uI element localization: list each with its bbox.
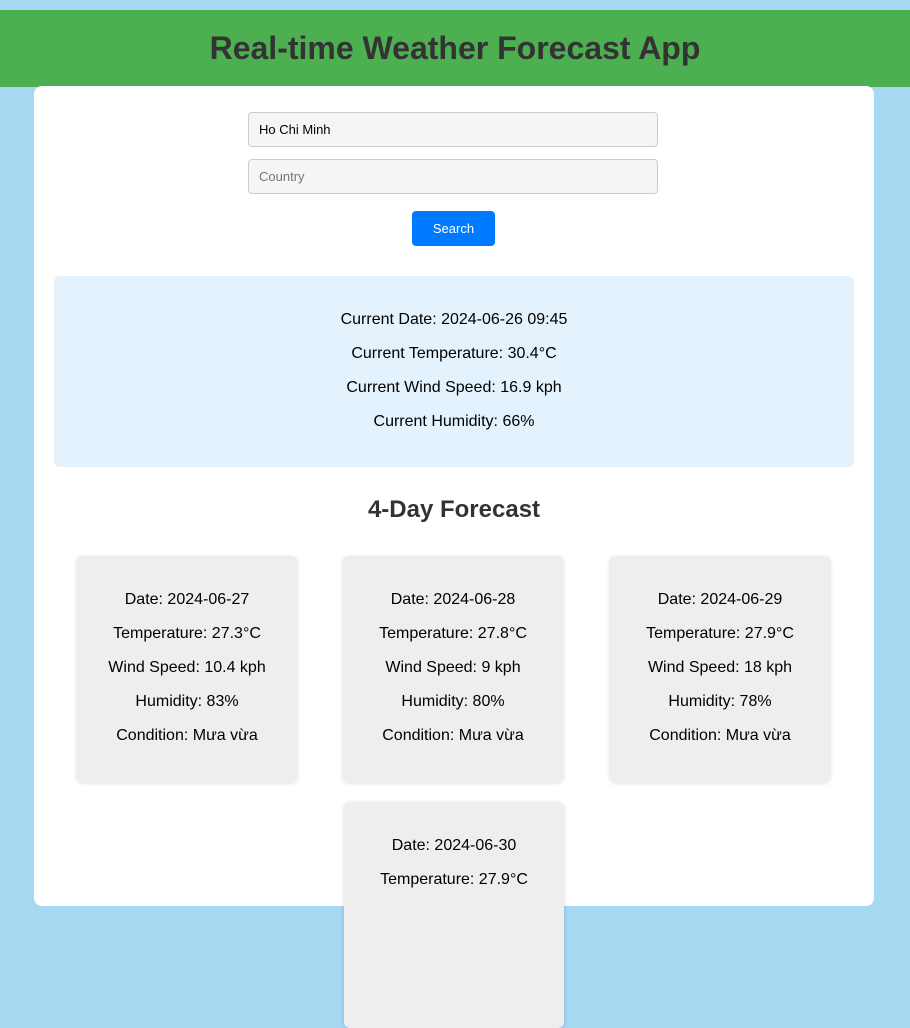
search-button[interactable]: Search xyxy=(412,211,495,246)
forecast-card: Date: 2024-06-28 Temperature: 27.8°C Win… xyxy=(343,556,563,782)
forecast-humidity: Humidity: 83% xyxy=(135,693,239,710)
forecast-card: Date: 2024-06-29 Temperature: 27.9°C Win… xyxy=(610,556,830,782)
forecast-wind-speed: Wind Speed: 18 kph xyxy=(647,659,793,676)
main-container: Search Current Date: 2024-06-26 09:45 Cu… xyxy=(34,86,874,1028)
forecast-date: Date: 2024-06-28 xyxy=(390,591,516,608)
forecast-card: Date: 2024-06-30 Temperature: 27.9°C xyxy=(344,802,564,1028)
current-weather-panel: Current Date: 2024-06-26 09:45 Current T… xyxy=(54,276,854,467)
forecast-temperature: Temperature: 27.9°C xyxy=(646,625,794,642)
app-title: Real-time Weather Forecast App xyxy=(209,30,701,66)
forecast-date: Date: 2024-06-30 xyxy=(391,837,517,854)
forecast-wind-speed: Wind Speed: 9 kph xyxy=(385,659,521,676)
app-header: Real-time Weather Forecast App xyxy=(0,10,910,87)
forecast-wind-speed: Wind Speed: 10.4 kph xyxy=(108,659,266,676)
forecast-date: Date: 2024-06-29 xyxy=(657,591,783,608)
forecast-temperature: Temperature: 27.3°C xyxy=(113,625,261,642)
forecast-card: Date: 2024-06-27 Temperature: 27.3°C Win… xyxy=(77,556,297,782)
forecast-title: 4-Day Forecast xyxy=(367,496,541,523)
forecast-temperature: Temperature: 27.8°C xyxy=(379,625,527,642)
forecast-condition: Condition: Mưa vừa xyxy=(649,727,791,744)
country-input[interactable] xyxy=(248,159,658,194)
current-wind-speed: Current Wind Speed: 16.9 kph xyxy=(346,379,562,396)
current-humidity: Current Humidity: 66% xyxy=(373,413,535,430)
forecast-date: Date: 2024-06-27 xyxy=(124,591,250,608)
forecast-temperature: Temperature: 27.9°C xyxy=(380,871,528,888)
current-temperature: Current Temperature: 30.4°C xyxy=(351,345,557,362)
forecast-condition: Condition: Mưa vừa xyxy=(382,727,524,744)
forecast-humidity: Humidity: 78% xyxy=(668,693,772,710)
forecast-condition: Condition: Mưa vừa xyxy=(116,727,258,744)
current-date: Current Date: 2024-06-26 09:45 xyxy=(340,311,568,328)
city-input[interactable] xyxy=(248,112,658,147)
forecast-humidity: Humidity: 80% xyxy=(401,693,505,710)
